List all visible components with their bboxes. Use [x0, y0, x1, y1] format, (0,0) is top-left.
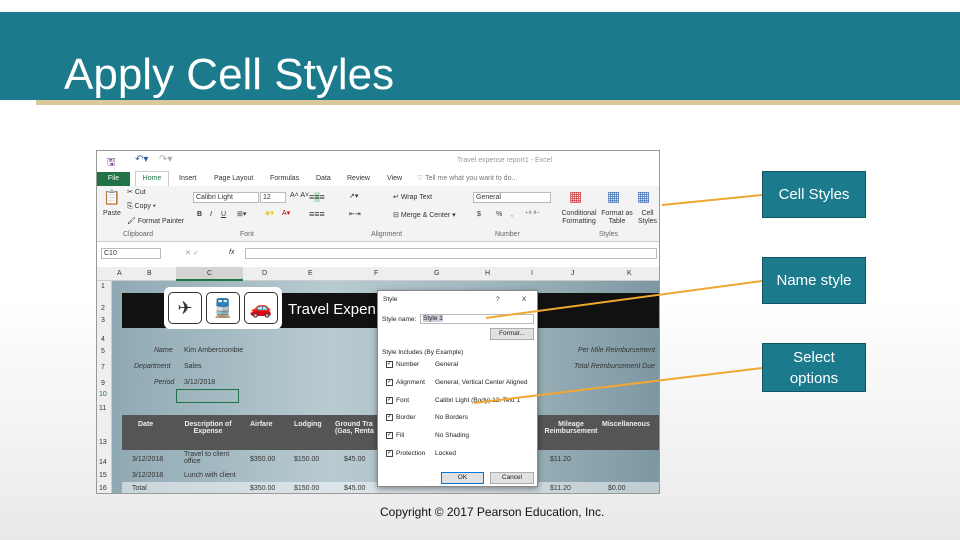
callout-cell-styles: Cell Styles: [762, 171, 866, 218]
callout-line-name-style: [485, 280, 763, 319]
copyright: Copyright © 2017 Pearson Education, Inc.: [380, 505, 605, 519]
callout-line-cell-styles: [661, 194, 763, 206]
callout-name-style: Name style: [762, 257, 866, 304]
callout-line-select-options: [473, 367, 763, 404]
callout-select-options: Select options: [762, 343, 866, 392]
